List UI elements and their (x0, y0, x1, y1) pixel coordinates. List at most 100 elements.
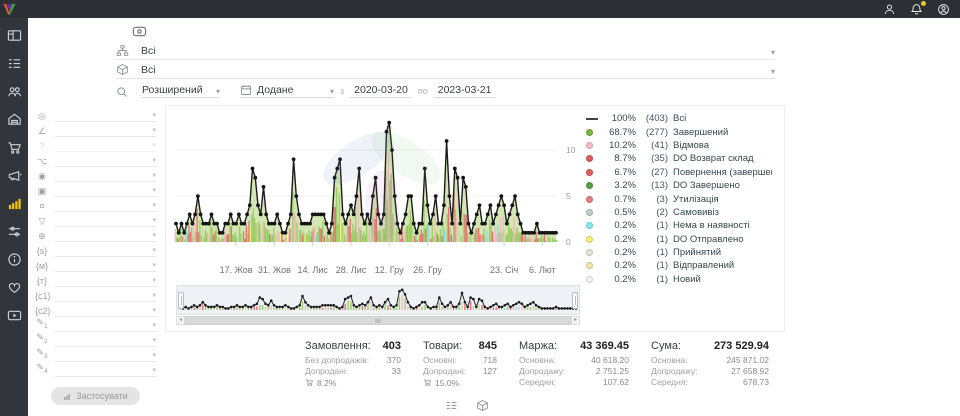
search-mode-select[interactable]: Розширений ▾ (142, 84, 220, 98)
legend-dot-swatch (586, 236, 593, 243)
nav-customers-icon[interactable] (7, 84, 22, 99)
scroll-right-arrow[interactable]: ▸ (571, 316, 580, 325)
search-and-dates-row: Розширений ▾ Додане ▾ з 2020-03-20 по 20… (116, 79, 775, 101)
legend-item-0[interactable]: 100%(403)Всі (586, 112, 772, 125)
scroll-grip-icon (376, 319, 381, 323)
filter-select-14[interactable]: ▾ (55, 320, 156, 332)
funnel-icon: ▽ (35, 216, 49, 227)
apply-button[interactable]: Застосувати (51, 387, 140, 405)
filter-select-5[interactable]: ▾ (55, 185, 156, 197)
app-logo-icon[interactable] (2, 2, 17, 17)
stat-title: Замовлення: (305, 340, 371, 352)
nav-analytics-icon[interactable] (7, 196, 22, 211)
summary-stats: Замовлення:403Без допродажів:370Допродан… (305, 340, 960, 389)
stat-subrow: Середня:678.73 (651, 377, 769, 388)
box-icon: ▣ (35, 186, 49, 197)
chart-icon (63, 392, 72, 401)
filter-select-3[interactable]: ▾ (55, 155, 156, 167)
nav-video-icon[interactable] (7, 308, 22, 323)
filter-select-10[interactable]: ▾ (55, 260, 156, 272)
stat-title: Маржа: (519, 340, 557, 352)
filter-select-4[interactable]: ▾ (55, 170, 156, 182)
navigator-left-handle[interactable] (178, 292, 184, 309)
user-icon[interactable] (883, 3, 896, 16)
nav-dashboard-icon[interactable] (7, 28, 22, 43)
filter-select-7[interactable]: ▾ (55, 215, 156, 227)
x-tick-label: 12. Гру (375, 265, 404, 275)
legend-item-10[interactable]: 0.2%(1)Прийнятий (586, 246, 772, 259)
products-view-icon[interactable] (476, 399, 489, 412)
analytics-main: 0510 17. Жов31. Жов14. Лис28. Лис12. Гру… (160, 105, 960, 412)
date-from-input[interactable]: 2020-03-20 (350, 84, 412, 98)
filter-select-12[interactable]: ▾ (55, 290, 156, 302)
filter-select-16[interactable]: ▾ (55, 350, 156, 362)
x-tick-label: 26. Гру (413, 265, 442, 275)
nav-integrations-icon[interactable] (7, 224, 22, 239)
stat-subrow: Основні:718 (423, 355, 497, 366)
nav-announce-icon[interactable] (7, 168, 22, 183)
stat-col-3: Сума:273 529.94Основна:245 871.02Допрода… (651, 340, 769, 389)
nav-orders-icon[interactable] (7, 56, 22, 71)
navigator-right-handle[interactable] (572, 292, 578, 309)
filter-select-0[interactable]: ▾ (55, 110, 156, 122)
filter-select-17[interactable]: ▾ (55, 365, 156, 377)
filter-select-9[interactable]: ▾ (55, 245, 156, 257)
filter-select-15[interactable]: ▾ (55, 335, 156, 347)
scroll-left-arrow[interactable]: ◂ (176, 316, 185, 325)
legend-item-1[interactable]: 68.7%(277)Завершений (586, 125, 772, 138)
web-icon: ⊕ (35, 231, 49, 242)
nav-warehouse-icon[interactable] (7, 112, 22, 127)
stat-subrow: Допродажу:2 751.25 (519, 366, 629, 377)
filter-select-8[interactable]: ▾ (55, 230, 156, 242)
filter-select-2[interactable]: ▾ (55, 140, 156, 152)
legend-item-9[interactable]: 0.2%(1)DO Отправлено (586, 233, 772, 246)
chevron-down-icon: ▾ (152, 261, 156, 271)
legend-dot-swatch (586, 182, 593, 189)
filter-row-15: ✎2▾ (35, 332, 156, 347)
stat-subrow: Основна:40 618.20 (519, 355, 629, 366)
legend-item-3[interactable]: 8.7%(35)DO Возврат склад (586, 152, 772, 165)
legend-dot-swatch (586, 222, 593, 229)
search-icon[interactable] (116, 86, 128, 98)
nav-info-icon[interactable] (7, 252, 22, 267)
legend-item-11[interactable]: 0.2%(1)Відправлений (586, 259, 772, 272)
bell-icon[interactable] (910, 3, 923, 16)
legend-item-6[interactable]: 0.7%(3)Утилізація (586, 192, 772, 205)
legend-item-4[interactable]: 6.7%(27)Повернення (завершений) (586, 166, 772, 179)
stat-value: 43 369.45 (580, 340, 629, 352)
range-navigator[interactable] (176, 285, 580, 315)
legend-item-7[interactable]: 0.5%(2)Самовивіз (586, 206, 772, 219)
scroll-thumb[interactable] (185, 316, 571, 325)
status-filter-select[interactable]: Всі ▾ (116, 41, 775, 60)
stat-title: Сума: (651, 340, 681, 352)
filter-row-5: ▣▾ (35, 182, 156, 197)
legend-item-8[interactable]: 0.2%(1)Нема в наявності (586, 219, 772, 232)
chevron-down-icon: ▾ (152, 141, 156, 151)
legend-item-12[interactable]: 0.2%(1)Новий (586, 273, 772, 286)
date-to-input[interactable]: 2023-03-21 (434, 84, 496, 98)
stat-value: 273 529.94 (714, 340, 769, 352)
stat-value: 845 (479, 340, 497, 352)
stat-col-1: Товари:845Основні:718Допродані:12715.0% (423, 340, 497, 389)
screen-icon[interactable] (132, 24, 147, 39)
status-filter-value: Всі (141, 45, 771, 57)
navigator-scrollbar[interactable]: ◂ ▸ (176, 316, 580, 325)
legend-item-5[interactable]: 3.2%(13)DO Завершено (586, 179, 772, 192)
product-filter-value: Всі (141, 64, 771, 76)
filter-select-13[interactable]: ▾ (55, 305, 156, 317)
legend-item-2[interactable]: 10.2%(41)Відмова (586, 139, 772, 152)
nav-partners-icon[interactable] (7, 280, 22, 295)
chevron-down-icon: ▾ (152, 171, 156, 181)
filter-select-6[interactable]: ▾ (55, 200, 156, 212)
date-field-value: Додане (257, 84, 293, 96)
account-icon[interactable] (937, 3, 950, 16)
nav-cart-icon[interactable] (7, 140, 22, 155)
product-filter-select[interactable]: Всі ▾ (116, 60, 775, 79)
filter-select-11[interactable]: ▾ (55, 275, 156, 287)
list-view-icon[interactable] (445, 399, 458, 412)
legend-dot-swatch (586, 169, 593, 176)
filter-row-14: ✎1▾ (35, 317, 156, 332)
date-field-select[interactable]: Додане ▾ (240, 84, 334, 98)
orders-chart[interactable]: 0510 (172, 110, 584, 260)
filter-select-1[interactable]: ▾ (55, 125, 156, 137)
